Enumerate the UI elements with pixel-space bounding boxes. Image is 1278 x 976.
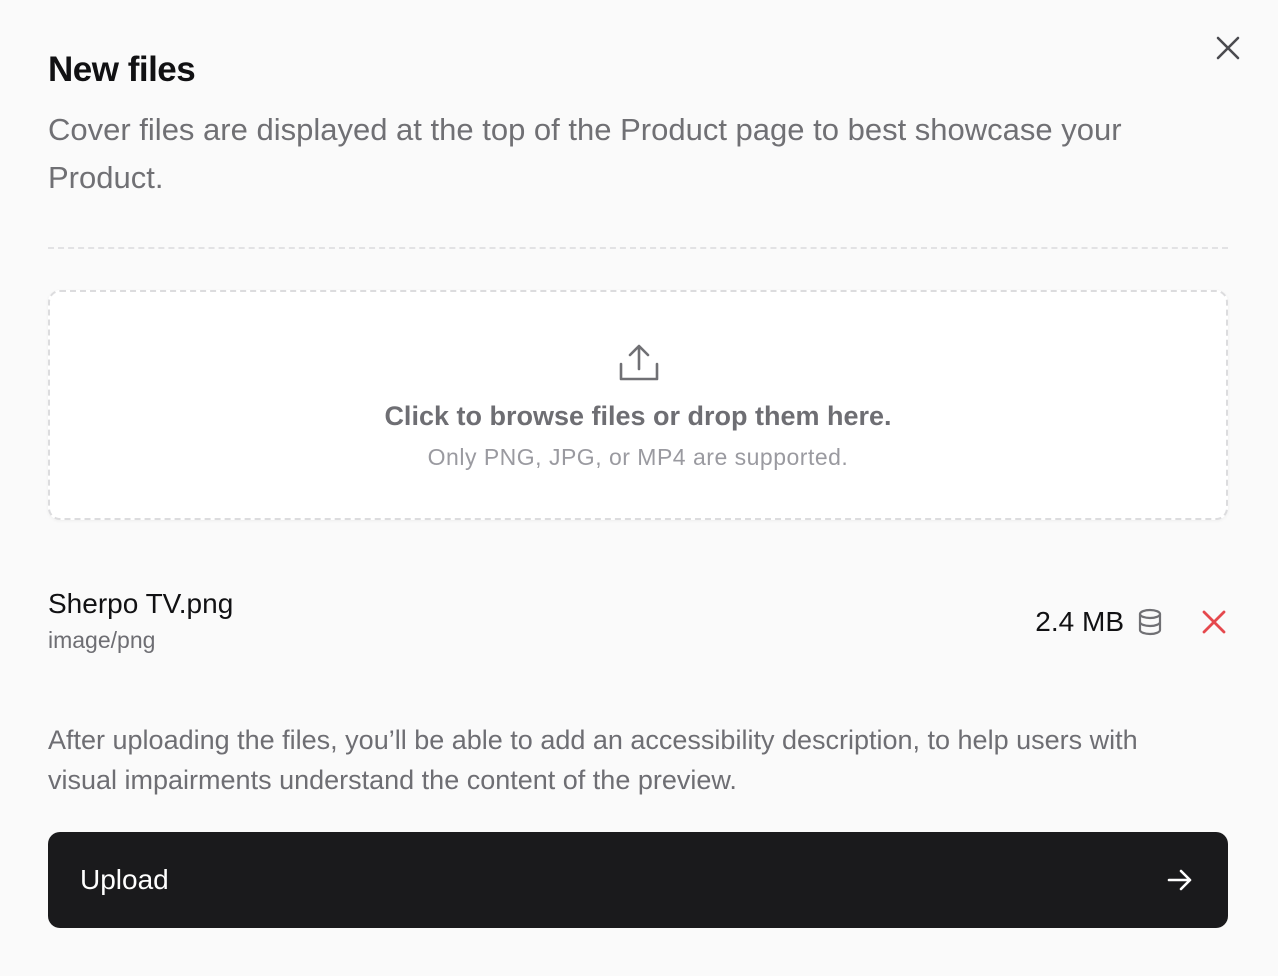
upload-button-label: Upload xyxy=(80,864,169,895)
file-name: Sherpo TV.png xyxy=(48,588,234,619)
file-list-item: Sherpo TV.png image/png 2.4 MB xyxy=(48,584,1228,664)
file-dropzone[interactable]: Click to browse files or drop them here.… xyxy=(48,290,1228,520)
upload-icon xyxy=(619,344,659,381)
accessibility-help-text: After uploading the files, you’ll be abl… xyxy=(48,725,1138,795)
remove-file-button[interactable] xyxy=(1194,602,1234,642)
dropzone-supported-formats: Only PNG, JPG, or MP4 are supported. xyxy=(427,444,849,470)
upload-button[interactable]: Upload xyxy=(48,832,1228,928)
file-type: image/png xyxy=(48,627,156,653)
dropzone-instruction: Click to browse files or drop them here. xyxy=(384,401,892,431)
dialog-title: New files xyxy=(48,50,196,89)
file-size: 2.4 MB xyxy=(1035,606,1124,637)
database-icon xyxy=(1138,608,1162,636)
new-files-dialog: New files Cover files are displayed at t… xyxy=(0,0,1278,976)
arrow-right-icon xyxy=(1167,869,1192,891)
dialog-subtitle: Cover files are displayed at the top of … xyxy=(48,112,1122,195)
close-button[interactable] xyxy=(1208,28,1248,68)
close-icon xyxy=(1202,610,1226,634)
section-divider xyxy=(48,247,1228,249)
close-icon xyxy=(1216,36,1240,60)
